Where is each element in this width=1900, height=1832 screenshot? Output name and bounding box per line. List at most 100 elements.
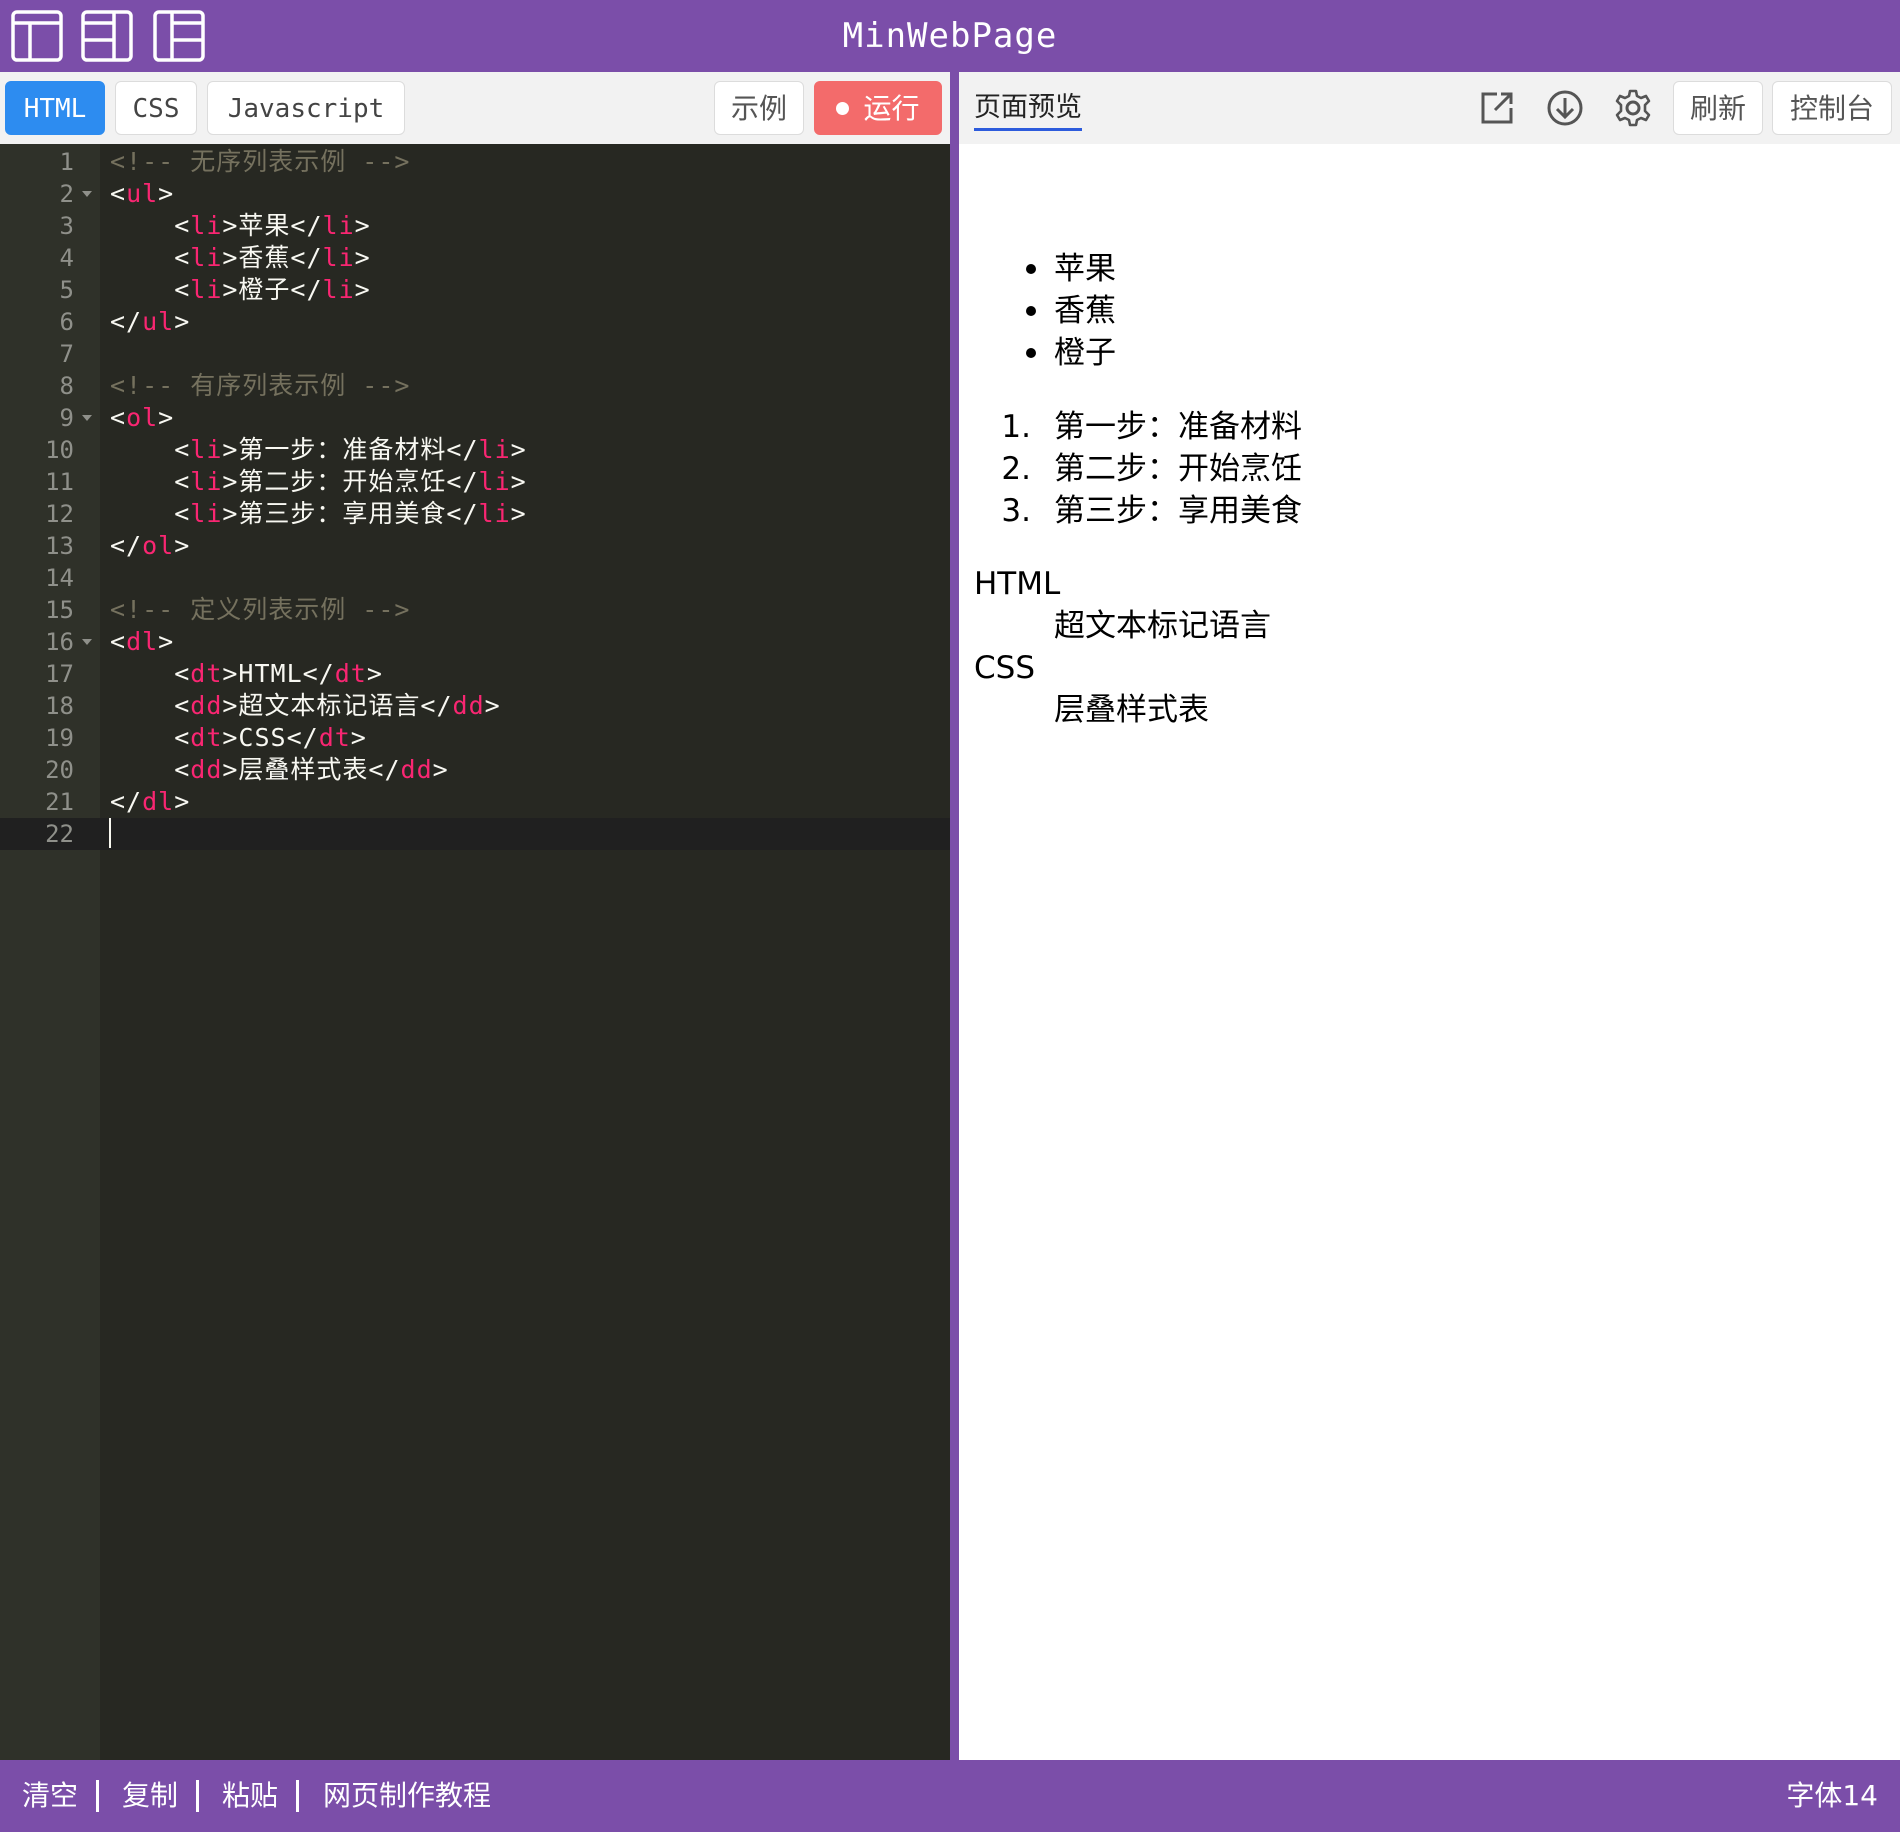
refresh-button[interactable]: 刷新	[1673, 81, 1763, 135]
code-line[interactable]: 10 <li>第一步：准备材料</li>	[0, 434, 950, 466]
text-cursor	[109, 818, 111, 848]
copy-button[interactable]: 复制	[122, 1760, 178, 1832]
panel-splitter[interactable]	[950, 72, 959, 1760]
layout-single-icon[interactable]	[10, 9, 64, 63]
line-number: 20	[45, 756, 74, 784]
open-external-icon[interactable]	[1477, 88, 1517, 128]
code-line[interactable]: 11 <li>第二步：开始烹饪</li>	[0, 466, 950, 498]
code-line[interactable]: 3 <li>苹果</li>	[0, 210, 950, 242]
console-button[interactable]: 控制台	[1772, 81, 1892, 135]
code-line[interactable]: 9 <ol>	[0, 402, 950, 434]
line-number: 18	[45, 692, 74, 720]
line-number: 8	[59, 372, 74, 400]
bullet-icon	[1026, 264, 1036, 274]
code-line[interactable]: 7	[0, 338, 950, 370]
editor-panel: HTML CSS Javascript 示例 运行 1 <!-- 无序列表示例 -…	[0, 72, 950, 1760]
fold-arrow-icon[interactable]	[82, 191, 92, 197]
code-text: <dt>HTML</dt>	[110, 659, 383, 688]
line-number: 3	[59, 212, 74, 240]
code-line[interactable]: 16 <dl>	[0, 626, 950, 658]
code-text: <ul>	[110, 179, 175, 208]
list-number: 3.	[1001, 493, 1031, 529]
code-line[interactable]: 13 </ol>	[0, 530, 950, 562]
code-line[interactable]: 18 <dd>超文本标记语言</dd>	[0, 690, 950, 722]
layout-sidebar-icon[interactable]	[152, 9, 206, 63]
line-number: 5	[59, 276, 74, 304]
font-size-button[interactable]: 字体14	[1786, 1760, 1878, 1832]
line-number: 19	[45, 724, 74, 752]
code-text: <ol>	[110, 403, 175, 432]
list-item-text: 第一步：准备材料	[1054, 409, 1302, 445]
code-line[interactable]: 15 <!-- 定义列表示例 -->	[0, 594, 950, 626]
definition-desc: 超文本标记语言	[1054, 608, 1271, 644]
list-item-text: 香蕉	[1054, 293, 1116, 329]
code-line[interactable]: 17 <dt>HTML</dt>	[0, 658, 950, 690]
list-item: 2. 第二步：开始烹饪	[989, 448, 1489, 490]
definition-term: HTML	[974, 566, 1061, 602]
title-bar: MinWebPage	[0, 0, 1900, 72]
code-line[interactable]: 21 </dl>	[0, 786, 950, 818]
line-number: 14	[45, 564, 74, 592]
fold-arrow-icon[interactable]	[82, 415, 92, 421]
list-item-text: 第二步：开始烹饪	[1054, 451, 1302, 487]
tab-css[interactable]: CSS	[115, 81, 197, 135]
code-text: <dt>CSS</dt>	[110, 723, 367, 752]
line-number: 6	[59, 308, 74, 336]
code-line[interactable]: 1 <!-- 无序列表示例 -->	[0, 146, 950, 178]
code-line[interactable]: 22	[0, 818, 950, 850]
fold-arrow-icon[interactable]	[82, 639, 92, 645]
code-text: <li>苹果</li>	[110, 211, 371, 240]
code-line[interactable]: 4 <li>香蕉</li>	[0, 242, 950, 274]
code-text: <dl>	[110, 627, 175, 656]
tab-page-preview[interactable]: 页面预览	[974, 90, 1082, 131]
code-line[interactable]: 20 <dd>层叠样式表</dd>	[0, 754, 950, 786]
line-number: 1	[59, 148, 74, 176]
line-number: 11	[45, 468, 74, 496]
code-line[interactable]: 8 <!-- 有序列表示例 -->	[0, 370, 950, 402]
preview-panel: 页面预览 刷新 控制台 苹果 香蕉 橙子 1. 第一步：准备材料 2. 第二步：…	[959, 72, 1900, 1760]
tutorial-link[interactable]: 网页制作教程	[323, 1760, 491, 1832]
editor-toolbar: HTML CSS Javascript 示例 运行	[0, 72, 950, 144]
code-text: <li>香蕉</li>	[110, 243, 371, 272]
list-number: 1.	[1001, 409, 1031, 445]
code-line[interactable]: 6 </ul>	[0, 306, 950, 338]
line-number: 21	[45, 788, 74, 816]
line-number: 17	[45, 660, 74, 688]
status-bar: 清空 复制 粘贴 网页制作教程 字体14	[0, 1760, 1900, 1832]
line-number: 7	[59, 340, 74, 368]
code-text: <!-- 定义列表示例 -->	[110, 595, 411, 624]
code-line[interactable]: 12 <li>第三步：享用美食</li>	[0, 498, 950, 530]
line-number: 2	[59, 180, 74, 208]
definition-term: CSS	[974, 650, 1036, 686]
clear-button[interactable]: 清空	[22, 1760, 78, 1832]
example-button[interactable]: 示例	[714, 81, 804, 135]
code-line[interactable]: 2 <ul>	[0, 178, 950, 210]
line-number: 12	[45, 500, 74, 528]
tab-html[interactable]: HTML	[5, 81, 105, 135]
record-dot-icon	[836, 101, 850, 115]
code-text: <!-- 有序列表示例 -->	[110, 371, 411, 400]
separator	[296, 1780, 299, 1812]
tab-javascript[interactable]: Javascript	[207, 81, 405, 135]
list-item-text: 橙子	[1054, 335, 1116, 371]
run-button[interactable]: 运行	[814, 81, 942, 135]
run-label: 运行	[863, 92, 920, 125]
preview-toolbar: 页面预览 刷新 控制台	[959, 72, 1900, 144]
list-item: 香蕉	[959, 290, 1359, 332]
line-number: 22	[45, 820, 74, 848]
code-line[interactable]: 19 <dt>CSS</dt>	[0, 722, 950, 754]
code-line[interactable]: 5 <li>橙子</li>	[0, 274, 950, 306]
settings-icon[interactable]	[1613, 88, 1653, 128]
code-text: <dd>超文本标记语言</dd>	[110, 691, 501, 720]
layout-split-icon[interactable]	[80, 9, 134, 63]
paste-button[interactable]: 粘贴	[222, 1760, 278, 1832]
download-icon[interactable]	[1545, 88, 1585, 128]
separator	[96, 1780, 99, 1812]
code-text: <li>第二步：开始烹饪</li>	[110, 467, 527, 496]
code-line[interactable]: 14	[0, 562, 950, 594]
code-text: </ol>	[110, 531, 191, 560]
list-item: 1. 第一步：准备材料	[989, 406, 1489, 448]
list-item-text: 苹果	[1054, 251, 1116, 287]
app-title: MinWebPage	[842, 16, 1058, 56]
code-editor[interactable]: 1 <!-- 无序列表示例 --> 2 <ul> 3 <li>苹果</li> 4 <li>…	[0, 144, 950, 1760]
